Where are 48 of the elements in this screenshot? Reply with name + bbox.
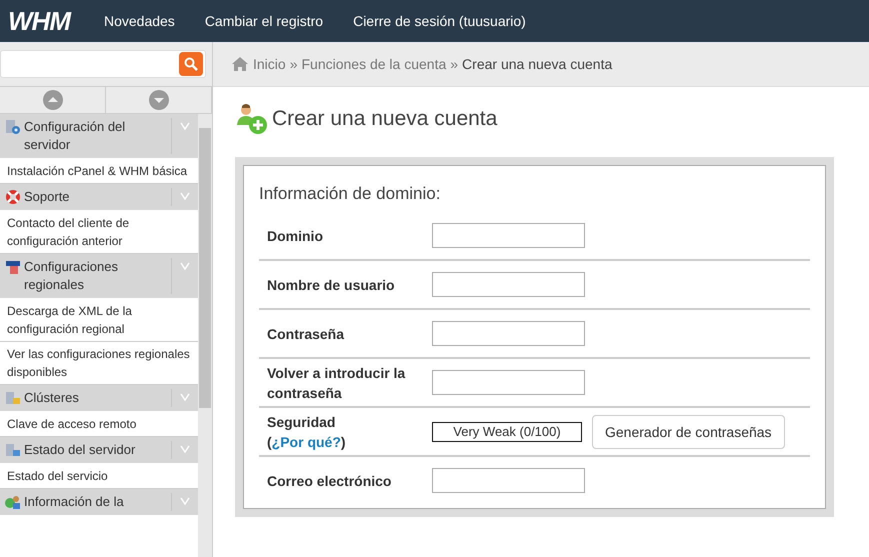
section-title: Estado del servidor [24, 441, 136, 459]
chevron-down-icon [180, 445, 190, 453]
section-title: Configuraciones regionales [24, 258, 119, 294]
flag-icon [5, 259, 21, 275]
arrow-up-icon[interactable] [42, 90, 62, 110]
chevron-down-icon [180, 192, 190, 200]
field-label: Correo electrónico [267, 472, 392, 490]
input-field[interactable] [432, 223, 585, 248]
input-field[interactable] [432, 468, 585, 493]
chevron-down-icon [180, 262, 190, 270]
logo: WHM [8, 6, 70, 36]
search-button[interactable] [179, 52, 203, 76]
arrow-down-icon[interactable] [148, 90, 168, 110]
breadcrumb-link[interactable]: Funciones de la cuenta [301, 56, 446, 72]
input-field[interactable] [432, 272, 585, 297]
search-field[interactable] [0, 50, 206, 78]
field-label: Contraseña [267, 324, 346, 344]
breadcrumb-separator: » [290, 56, 298, 72]
scrollbar[interactable] [198, 114, 212, 557]
password-generator-button[interactable]: Generador de contraseñas [592, 414, 785, 448]
section-heading: Información de dominio: [259, 184, 442, 204]
search-icon [184, 57, 198, 71]
strength-text: Very Weak (0/100) [453, 424, 561, 439]
nav-link[interactable]: Cierre de sesión (tuusuario) [353, 13, 526, 29]
section-title: Clústeres [24, 389, 80, 407]
section-title: Configuración del servidor [24, 118, 126, 154]
section-title: Información de la [24, 493, 125, 511]
field-label: Nombre de usuario [267, 276, 396, 294]
lifebuoy-icon [5, 189, 21, 205]
why-link[interactable]: ¿Por qué? [272, 434, 341, 450]
page-title: Crear una nueva cuenta [272, 107, 498, 131]
scrollbar-thumb[interactable] [199, 128, 211, 408]
input-field[interactable] [432, 321, 585, 346]
nav-link[interactable]: Cambiar el registro [204, 13, 324, 29]
nav-link[interactable]: Novedades [104, 13, 175, 29]
field-label: Seguridad (¿Por qué?) [267, 412, 347, 452]
add-user-icon [234, 103, 268, 135]
chevron-down-icon [180, 497, 190, 505]
field-label: Volver a introducir la contraseña [267, 364, 406, 402]
chevron-down-icon [180, 393, 190, 401]
field-label: Dominio [267, 226, 324, 246]
breadcrumb-current: Crear una nueva cuenta [462, 56, 612, 72]
breadcrumb-separator: » [450, 56, 458, 72]
breadcrumb-link[interactable]: Inicio [253, 56, 286, 72]
chevron-down-icon [180, 122, 190, 130]
section-title: Soporte [24, 188, 71, 206]
input-field[interactable] [432, 370, 585, 395]
home-icon [231, 56, 249, 72]
